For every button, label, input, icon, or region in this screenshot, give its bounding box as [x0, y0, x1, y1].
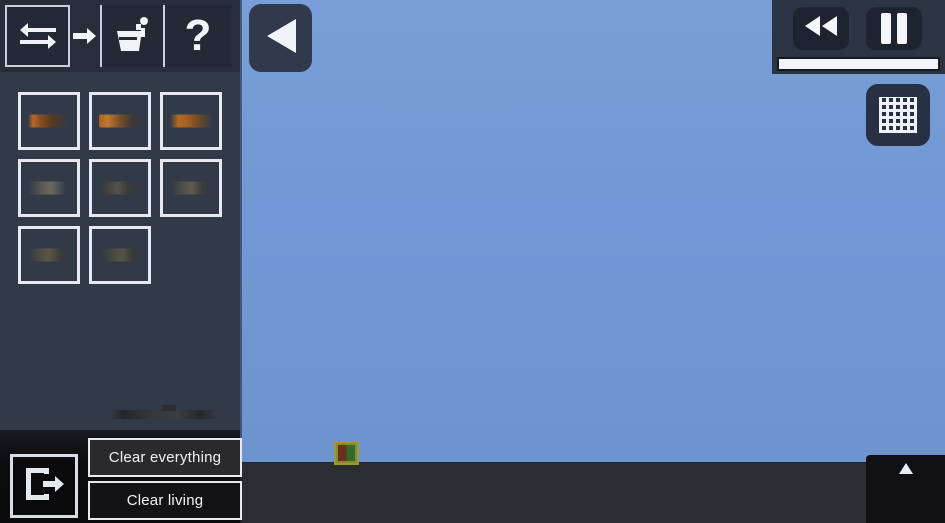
pistol-icon — [28, 114, 70, 128]
rifle-icon — [99, 181, 141, 195]
arrow-right-icon — [73, 27, 97, 45]
expand-panel[interactable] — [866, 455, 945, 523]
clear-everything-button[interactable]: Clear everything — [88, 438, 242, 477]
expand-up-icon — [898, 463, 913, 474]
back-button[interactable] — [249, 4, 312, 72]
weapon-slot-3[interactable] — [160, 92, 222, 150]
paint-tool-button[interactable] — [100, 5, 165, 67]
grid-icon — [879, 97, 917, 133]
clear-everything-label: Clear everything — [108, 449, 222, 466]
weapon-slot-4[interactable] — [18, 159, 80, 217]
smg-icon — [28, 181, 70, 195]
question-mark-icon: ? — [184, 11, 212, 60]
sidebar-toolbar: ? — [0, 0, 240, 72]
selected-weapon-preview — [110, 404, 220, 424]
weapon-slot-5[interactable] — [89, 159, 151, 217]
weapon-slot-8[interactable] — [89, 226, 151, 284]
clear-button-group: Clear everything Clear living — [88, 438, 242, 520]
exit-button[interactable] — [10, 454, 78, 518]
shotgun-icon — [170, 181, 212, 195]
help-tool-button[interactable]: ? — [165, 5, 231, 67]
swap-tool-button[interactable] — [5, 5, 70, 67]
weapon-silhouette-icon — [110, 410, 218, 419]
sniper-rifle-icon — [28, 248, 70, 262]
playback-controls — [772, 0, 945, 74]
back-triangle-icon — [264, 17, 298, 60]
paint-bucket-icon — [111, 15, 155, 57]
weapon-slot-2[interactable] — [89, 92, 151, 150]
exit-door-icon — [23, 465, 65, 508]
rewind-icon — [804, 15, 838, 42]
weapon-inventory-grid — [18, 92, 228, 284]
game-screen: ? Clear everything Clear living — [0, 0, 945, 523]
crate-icon — [338, 445, 355, 461]
swap-arrows-icon — [18, 20, 58, 52]
speed-slider[interactable] — [777, 57, 940, 71]
clear-living-button[interactable]: Clear living — [88, 481, 242, 520]
revolver-icon — [170, 114, 212, 128]
rewind-button[interactable] — [793, 7, 849, 50]
assault-rifle-icon — [99, 248, 141, 262]
pause-icon — [881, 13, 907, 44]
move-tool-button[interactable] — [70, 5, 100, 67]
weapon-slot-6[interactable] — [160, 159, 222, 217]
clear-living-label: Clear living — [126, 492, 204, 509]
submachine-gun-icon — [99, 114, 141, 128]
crate-entity[interactable] — [334, 441, 359, 465]
grid-toggle-button[interactable] — [866, 84, 930, 146]
weapon-slot-1[interactable] — [18, 92, 80, 150]
pause-button[interactable] — [866, 7, 922, 50]
speed-slider-fill — [779, 59, 938, 69]
weapon-sight-icon — [162, 405, 176, 411]
weapon-slot-7[interactable] — [18, 226, 80, 284]
left-sidebar: ? Clear everything Clear living — [0, 0, 242, 523]
